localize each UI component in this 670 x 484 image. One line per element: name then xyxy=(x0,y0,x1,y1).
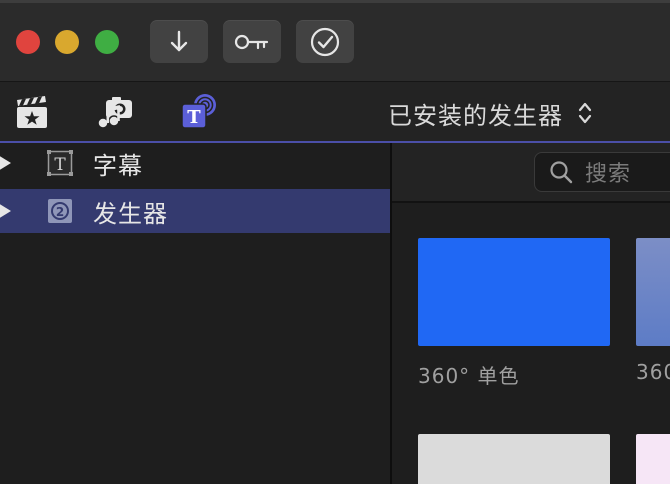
generator-thumbnail[interactable] xyxy=(418,238,610,346)
sidebar-item-label: 字幕 xyxy=(93,151,143,180)
disclosure-triangle-icon[interactable] xyxy=(0,203,11,219)
generator-thumbnail[interactable] xyxy=(418,434,610,484)
sidebar-item-label: 发生器 xyxy=(93,199,168,228)
generator-label: 360 xyxy=(636,360,670,384)
generator-icon: 2 xyxy=(46,197,74,225)
generator-thumbnail[interactable] xyxy=(636,434,670,484)
clapperboard-icon xyxy=(14,94,50,134)
down-arrow-icon xyxy=(167,29,191,55)
svg-text:T: T xyxy=(54,155,66,175)
generator-label: 360° 单色 xyxy=(418,364,520,388)
titles-generators-icon: T xyxy=(180,92,220,136)
background-tasks-button[interactable] xyxy=(296,20,354,63)
app-window: T 已安装的发生器 T 字幕 2 发生器 搜索 360° 单色 36 xyxy=(0,0,670,484)
window-top-edge xyxy=(0,0,670,3)
title-bar xyxy=(0,0,670,82)
chevron-updown-icon xyxy=(577,100,593,126)
disclosure-triangle-icon[interactable] xyxy=(0,155,11,171)
svg-text:T: T xyxy=(187,107,201,128)
minimize-window-button[interactable] xyxy=(55,30,79,54)
dropdown-label: 已安装的发生器 xyxy=(388,101,563,130)
svg-text:2: 2 xyxy=(56,205,64,219)
key-icon xyxy=(234,32,270,52)
content-header: 搜索 xyxy=(392,143,670,203)
photos-audio-tab[interactable] xyxy=(95,94,135,134)
installed-generators-dropdown[interactable]: 已安装的发生器 xyxy=(388,98,593,130)
search-placeholder: 搜索 xyxy=(585,162,632,187)
generator-thumbnail[interactable] xyxy=(636,238,670,346)
close-window-button[interactable] xyxy=(16,30,40,54)
search-field[interactable]: 搜索 xyxy=(534,152,670,192)
titles-generators-tab[interactable]: T xyxy=(180,94,220,134)
title-T-icon: T xyxy=(46,149,74,177)
browser-content: 搜索 360° 单色 360 xyxy=(392,143,670,484)
checkmark-circle-icon xyxy=(309,26,341,58)
sidebar-item-generators[interactable]: 2 发生器 xyxy=(0,189,390,233)
sidebar-item-titles[interactable]: T 字幕 xyxy=(0,143,390,183)
libraries-tab[interactable] xyxy=(12,94,52,134)
camera-music-icon xyxy=(96,94,134,134)
import-button[interactable] xyxy=(150,20,208,63)
search-icon xyxy=(549,160,573,184)
zoom-window-button[interactable] xyxy=(95,30,119,54)
sidebar: T 字幕 2 发生器 xyxy=(0,143,390,484)
keywords-button[interactable] xyxy=(223,20,281,63)
